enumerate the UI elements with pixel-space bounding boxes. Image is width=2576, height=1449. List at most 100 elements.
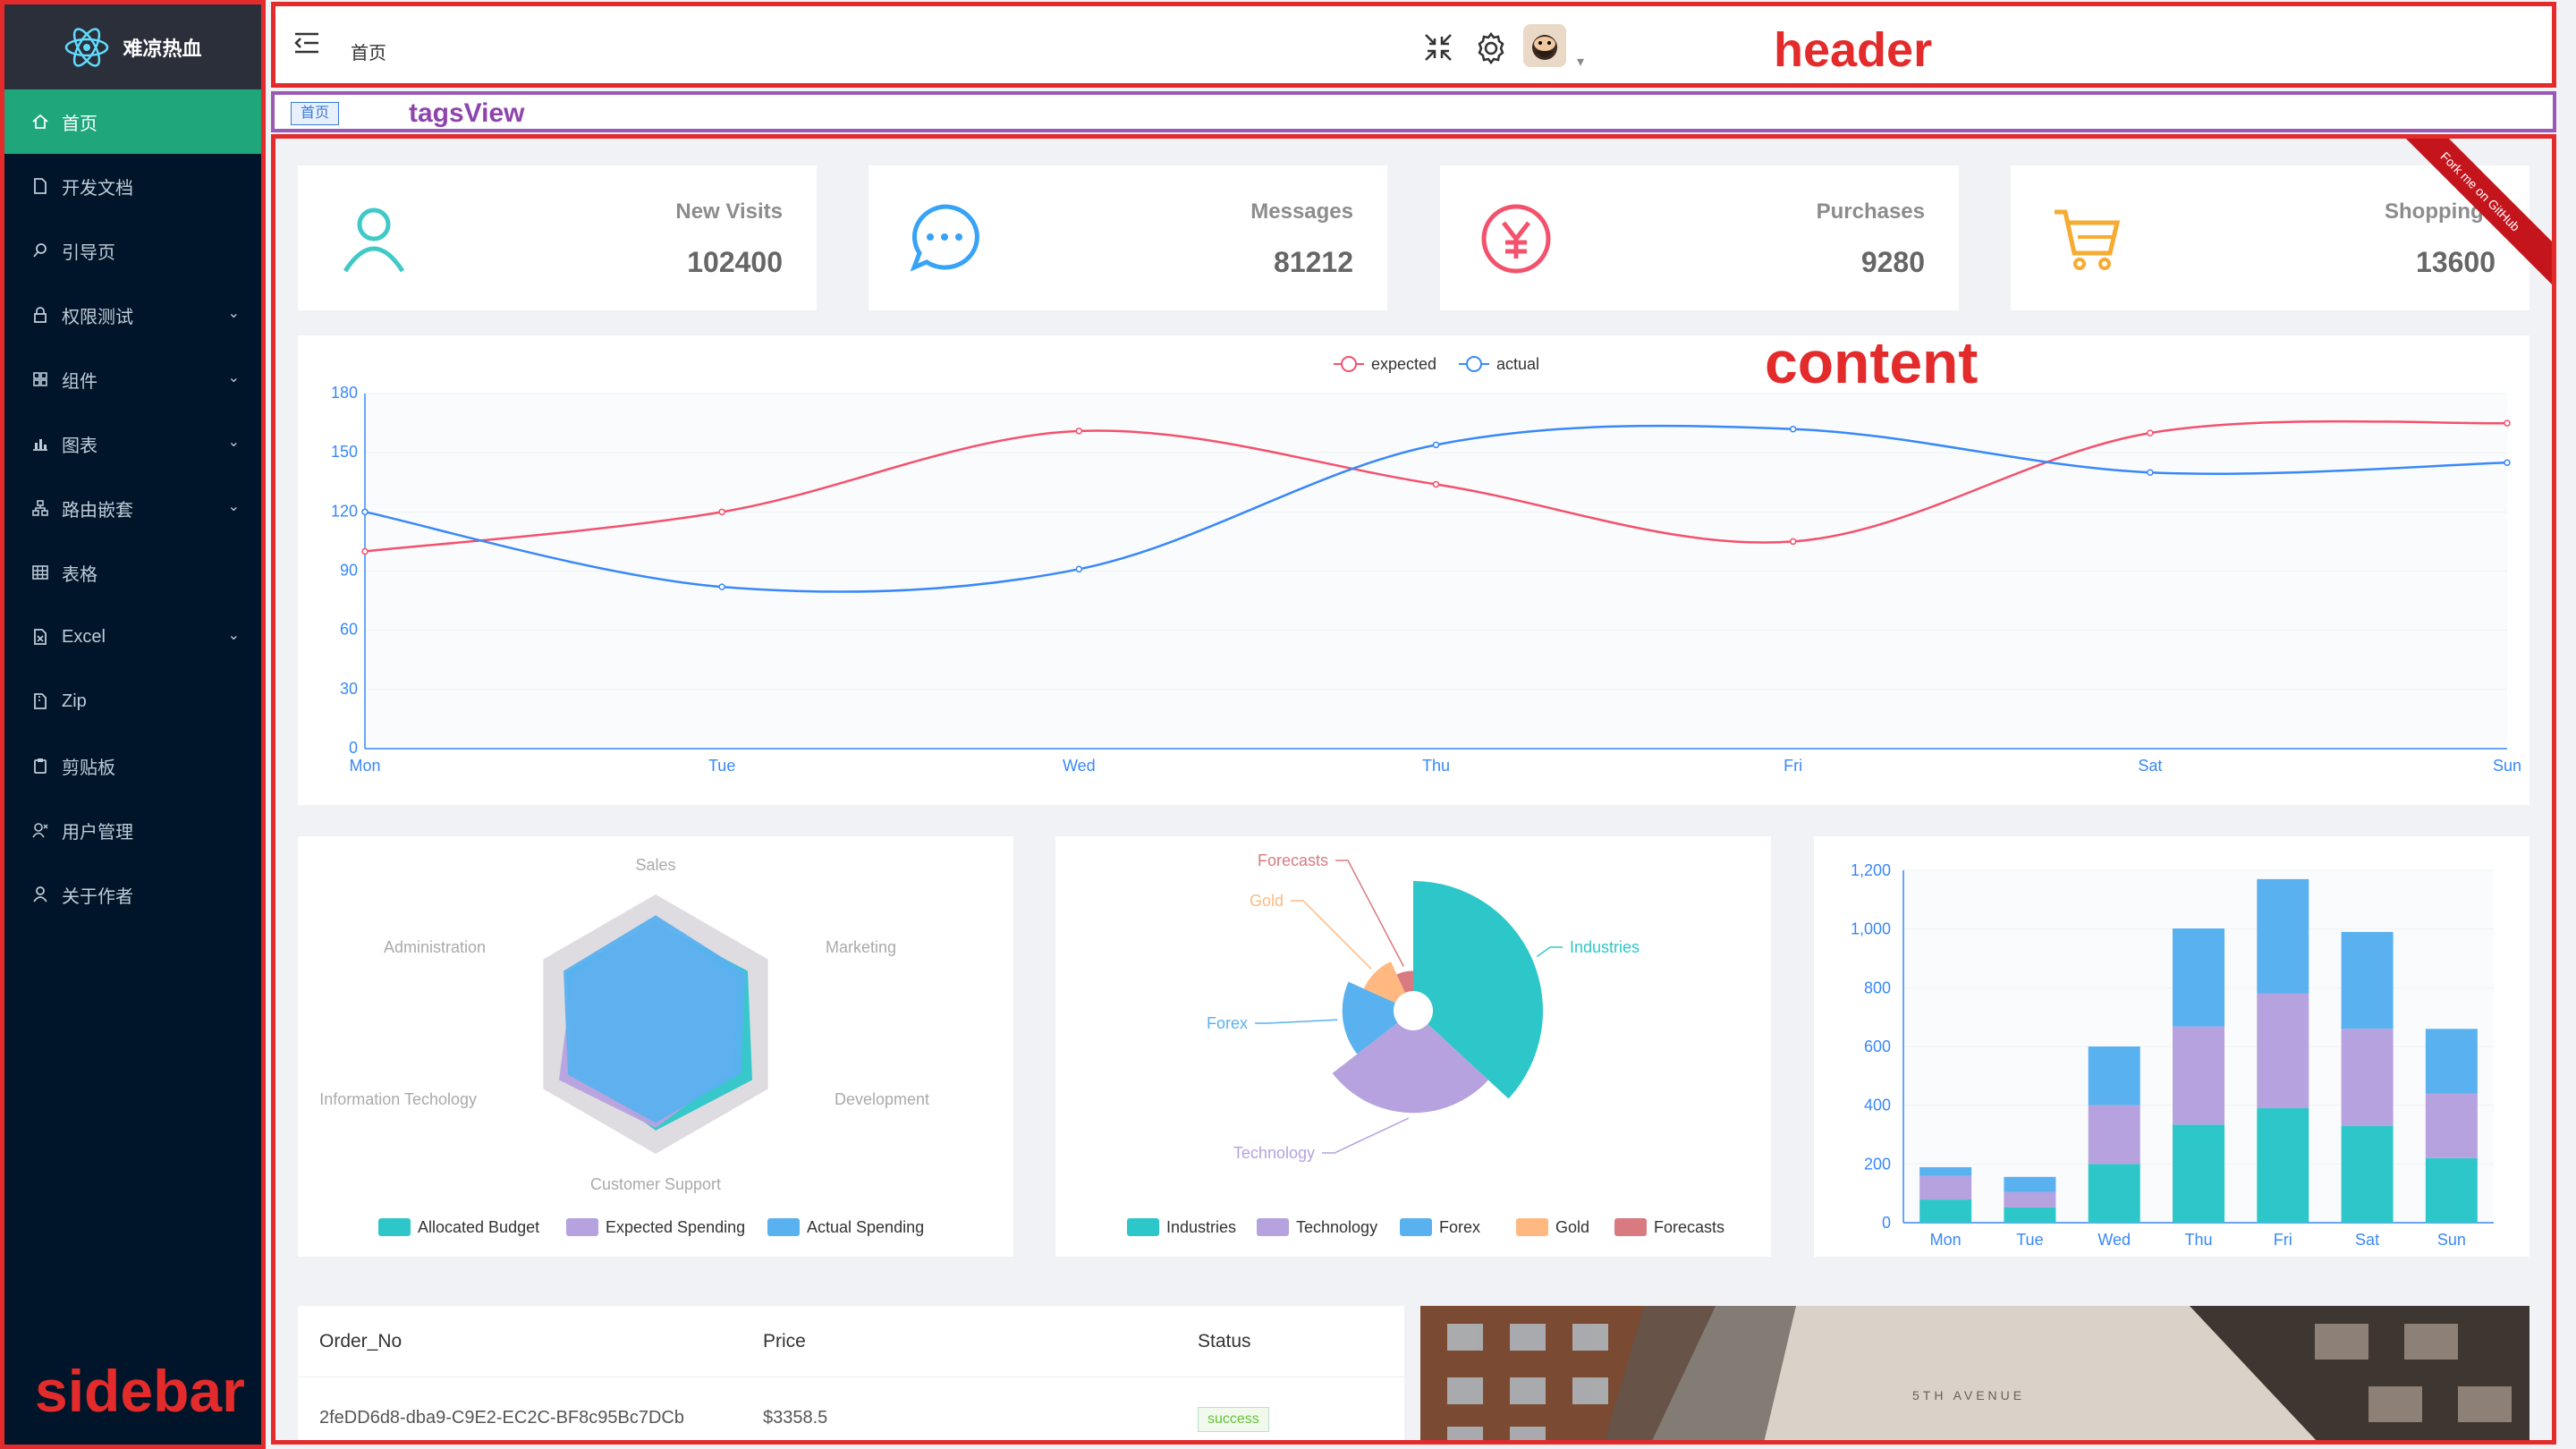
chevron-down-icon: ⌄ — [227, 499, 240, 514]
stat-card-new-visits[interactable]: New Visits 102400 — [298, 165, 817, 310]
slice-label: Forecasts — [1258, 852, 1328, 869]
zip-icon — [34, 693, 47, 709]
legend-swatch — [378, 1218, 411, 1236]
sidebar-item-12[interactable]: 关于作者 — [4, 862, 261, 927]
sidebar-item-label: 首页 — [62, 114, 97, 134]
x-tick-label: Sun — [2437, 1231, 2466, 1249]
data-point — [361, 508, 369, 516]
hamburger-icon[interactable] — [293, 31, 320, 55]
line-chart: 0 30 60 90 120 150 180 Mon Tue Wed Thu Fri Sat Sun exp… — [331, 355, 2521, 775]
legend-swatch — [1127, 1218, 1159, 1236]
sidebar-item-2[interactable]: 引导页 — [4, 218, 261, 283]
building-photo-image: 5TH AVENUE — [1420, 1306, 2529, 1440]
fullscreen-exit-icon[interactable] — [1422, 31, 1454, 64]
radar-chart-panel: Sales Marketing Development Customer Suppor… — [298, 836, 1013, 1257]
bar-segment-pageA — [2341, 1125, 2394, 1223]
legend-swatch — [1614, 1218, 1647, 1236]
breadcrumb[interactable]: 首页 — [351, 38, 386, 64]
guide-icon — [33, 243, 47, 258]
sidebar-item-label: Excel — [62, 626, 106, 647]
sidebar-item-1[interactable]: 开发文档 — [4, 154, 261, 218]
bar-segment-pageB — [2004, 1191, 2056, 1208]
radar-indicator-label: Information Techology — [319, 1090, 477, 1108]
bar-segment-pageC — [2173, 928, 2224, 1027]
stat-card-purchases[interactable]: Purchases 9280 — [1440, 165, 1959, 310]
sidebar-item-label: Zip — [62, 691, 87, 711]
person-icon — [33, 886, 47, 902]
sidebar-item-label: 图表 — [62, 436, 97, 456]
chevron-down-icon: ⌄ — [227, 628, 240, 643]
legend-swatch — [1516, 1218, 1548, 1236]
stat-card-label: Purchases — [1816, 199, 1925, 224]
tags-view: 首页 tagsView — [271, 91, 2556, 132]
bar-segment-pageB — [2425, 1093, 2478, 1158]
bar-segment-pageC — [2425, 1029, 2478, 1094]
bar-segment-pageB — [2088, 1105, 2140, 1165]
legend-marker — [1466, 356, 1482, 372]
x-tick-label: Fri — [2274, 1231, 2292, 1249]
status-badge: success — [1198, 1407, 1269, 1432]
slice-label: Industries — [1570, 938, 1640, 956]
stat-card-shoppings[interactable]: Shoppings 13600 — [2011, 165, 2529, 310]
sidebar-item-7[interactable]: 表格 — [4, 540, 261, 605]
sidebar-item-label: 关于作者 — [62, 886, 133, 907]
data-point — [718, 583, 725, 590]
legend-swatch — [1400, 1218, 1432, 1236]
stat-card-value: 13600 — [2416, 246, 2496, 278]
label-leader-line — [1536, 946, 1563, 958]
bar-segment-pageC — [2088, 1046, 2140, 1106]
bar-segment-pageB — [2173, 1026, 2224, 1125]
x-tick-label: Wed — [2097, 1231, 2131, 1249]
y-tick-label: 800 — [1864, 979, 1891, 996]
sidebar-item-8[interactable]: Excel ⌄ — [4, 605, 261, 669]
data-point — [1075, 428, 1083, 435]
bar-segment-pageC — [2257, 878, 2309, 994]
y-tick-label: 600 — [1864, 1038, 1891, 1055]
bar-segment-pageA — [2257, 1107, 2309, 1223]
data-point — [1432, 441, 1440, 449]
legend-label: expected — [1371, 355, 1436, 373]
status-cell: success — [1198, 1382, 1269, 1440]
chart-icon — [33, 439, 47, 451]
data-point — [2147, 469, 2154, 476]
radar-indicator-label: Development — [835, 1090, 929, 1108]
table-icon — [32, 565, 48, 580]
chevron-down-icon[interactable]: ▾ — [1577, 53, 1584, 71]
sidebar-menu: 首页 开发文档 引导页 权限测试 ⌄ 组件 ⌄ 图表 ⌄ 路由嵌套 ⌄ 表格 Excel ⌄ Zip 剪贴板用… — [4, 89, 261, 927]
data-point — [2147, 429, 2154, 436]
sidebar-item-5[interactable]: 图表 ⌄ — [4, 411, 261, 476]
cart-icon — [2055, 209, 2121, 270]
user-avatar[interactable] — [1523, 24, 1566, 67]
x-tick-label: Mon — [1930, 1231, 1962, 1249]
column-header-price: Price — [763, 1331, 806, 1352]
legend-label: Forecasts — [1654, 1218, 1724, 1236]
sidebar-item-4[interactable]: 组件 ⌄ — [4, 347, 261, 411]
y-tick-label: 0 — [349, 739, 358, 757]
building-photo: 5TH AVENUE — [1420, 1306, 2529, 1440]
bar-segment-pageB — [2341, 1029, 2394, 1126]
react-logo-icon — [65, 27, 109, 67]
x-tick-label: Tue — [708, 757, 735, 775]
home-icon — [32, 114, 48, 129]
legend-label: Industries — [1166, 1218, 1236, 1236]
header-annotation: header — [1774, 23, 1933, 77]
sidebar-item-9[interactable]: Zip — [4, 669, 261, 733]
y-tick-label: 90 — [340, 562, 358, 580]
column-header-order-no: Order_No — [319, 1331, 402, 1352]
sidebar-item-label: 剪贴板 — [62, 758, 115, 778]
sidebar-item-10[interactable]: 剪贴板 — [4, 733, 261, 798]
chevron-down-icon: ⌄ — [227, 306, 240, 321]
sidebar-item-3[interactable]: 权限测试 ⌄ — [4, 283, 261, 347]
settings-gear-icon[interactable] — [1474, 31, 1508, 65]
x-tick-label: Sat — [2138, 757, 2162, 775]
sidebar-item-0[interactable]: 首页 — [4, 89, 261, 154]
stat-card-messages[interactable]: Messages 81212 — [869, 165, 1387, 310]
sidebar-item-6[interactable]: 路由嵌套 ⌄ — [4, 476, 261, 540]
data-point — [2504, 419, 2511, 427]
radar-indicator-label: Customer Support — [590, 1175, 721, 1193]
sidebar-item-11[interactable]: 用户管理 — [4, 798, 261, 862]
pie-chart-panel: Industries Technology Forex Gold Forecasts In… — [1055, 836, 1771, 1257]
sidebar-logo[interactable]: 难凉热血 — [4, 4, 261, 89]
tag-home[interactable]: 首页 — [291, 102, 340, 125]
sidebar-item-label: 组件 — [62, 371, 97, 392]
